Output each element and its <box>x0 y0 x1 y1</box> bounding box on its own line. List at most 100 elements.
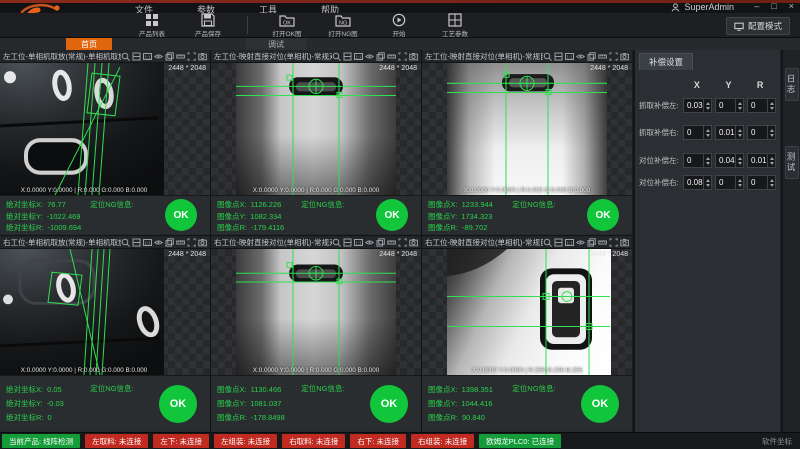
eye-icon[interactable] <box>154 238 163 247</box>
eye-icon[interactable] <box>365 52 374 61</box>
spinner-arrows-icon[interactable] <box>735 176 743 189</box>
snapshot-icon[interactable] <box>409 238 418 247</box>
side-tab-log[interactable]: 日志 <box>785 68 799 101</box>
scale-1-1-icon[interactable]: 1:1 <box>143 52 152 61</box>
side-tab-test[interactable]: 测试 <box>785 146 799 179</box>
machine-vision-app: 文件 参数 工具 帮助 SuperAdmin – □ × <box>0 0 800 449</box>
measure-icon[interactable] <box>598 52 607 61</box>
measure-icon[interactable] <box>176 238 185 247</box>
zoom-icon[interactable] <box>121 238 130 247</box>
grab-right-x-input[interactable]: 0 <box>683 125 712 140</box>
grab-right-r-input[interactable]: 0 <box>747 125 776 140</box>
spinner-arrows-icon[interactable] <box>703 154 711 167</box>
scale-1-1-icon[interactable]: 1:1 <box>565 52 574 61</box>
grab-left-x-input[interactable]: 0.03 <box>683 98 712 113</box>
roi-icon[interactable] <box>398 238 407 247</box>
measure-icon[interactable] <box>598 238 607 247</box>
layers-icon[interactable] <box>587 52 596 61</box>
roi-icon[interactable] <box>609 52 618 61</box>
fit-icon[interactable] <box>132 52 141 61</box>
start-button[interactable]: 开始 <box>382 13 416 38</box>
snapshot-icon[interactable] <box>198 52 207 61</box>
fit-icon[interactable] <box>554 238 563 247</box>
align-right-y-input[interactable]: 0 <box>715 175 744 190</box>
camera-image[interactable]: 2448 * 2048 X:0.0000 Y:0.0000 | R:0.000 … <box>211 249 421 375</box>
zoom-icon[interactable] <box>121 52 130 61</box>
zoom-icon[interactable] <box>543 52 552 61</box>
layers-icon[interactable] <box>376 52 385 61</box>
measure-icon[interactable] <box>176 52 185 61</box>
snapshot-icon[interactable] <box>620 52 629 61</box>
layers-icon[interactable] <box>165 238 174 247</box>
roi-icon[interactable] <box>398 52 407 61</box>
product-save-button[interactable]: 产品保存 <box>191 13 225 38</box>
spinner-arrows-icon[interactable] <box>767 176 775 189</box>
camera-image[interactable]: 2448 * 2048 X:0.0000 Y:0.0000 | R:0.000 … <box>0 249 210 375</box>
process-params-button[interactable]: 工艺参数 <box>438 13 472 38</box>
camera-image[interactable]: 2448 * 2048 X:0.0000 Y:0.0000 | R:0.000 … <box>211 63 421 195</box>
spinner-arrows-icon[interactable] <box>735 99 743 112</box>
camera-image[interactable]: 2448 * 2048 X:0.0000 Y:0.0000 | R:0.000 … <box>422 63 632 195</box>
layers-icon[interactable] <box>376 238 385 247</box>
roi-icon[interactable] <box>609 238 618 247</box>
grab-left-y-input[interactable]: 0 <box>715 98 744 113</box>
zoom-icon[interactable] <box>332 238 341 247</box>
result-ok-badge[interactable]: OK <box>376 199 408 231</box>
scale-1-1-icon[interactable]: 1:1 <box>143 238 152 247</box>
spinner-arrows-icon[interactable] <box>767 126 775 139</box>
product-list-button[interactable]: 产品列表 <box>135 13 169 38</box>
scale-1-1-icon[interactable]: 1:1 <box>354 52 363 61</box>
result-ok-badge[interactable]: OK <box>587 199 619 231</box>
eye-icon[interactable] <box>576 238 585 247</box>
result-ok-badge[interactable]: OK <box>581 385 619 423</box>
open-ng-images-button[interactable]: NG 打开NG图 <box>326 13 360 38</box>
roi-icon[interactable] <box>187 238 196 247</box>
layers-icon[interactable] <box>165 52 174 61</box>
result-ok-badge[interactable]: OK <box>370 385 408 423</box>
align-right-r-input[interactable]: 0 <box>747 175 776 190</box>
scale-1-1-icon[interactable]: 1:1 <box>565 238 574 247</box>
spinner-arrows-icon[interactable] <box>767 154 775 167</box>
spinner-arrows-icon[interactable] <box>703 99 711 112</box>
user-account[interactable]: SuperAdmin <box>671 2 734 12</box>
tab-home[interactable]: 首页 <box>66 38 112 50</box>
pixel-info: X:0.0000 Y:0.0000 | R:0.000 G:0.000 B:0.… <box>253 187 380 194</box>
align-left-y-input[interactable]: 0.04 <box>715 153 744 168</box>
eye-icon[interactable] <box>576 52 585 61</box>
ng-info-label: 定位NG信息: <box>90 383 133 394</box>
spinner-arrows-icon[interactable] <box>767 99 775 112</box>
align-left-x-input[interactable]: 0 <box>683 153 712 168</box>
zoom-icon[interactable] <box>543 238 552 247</box>
zoom-icon[interactable] <box>332 52 341 61</box>
spinner-arrows-icon[interactable] <box>703 176 711 189</box>
fit-icon[interactable] <box>132 238 141 247</box>
align-right-x-input[interactable]: 0.08 <box>683 175 712 190</box>
snapshot-icon[interactable] <box>198 238 207 247</box>
camera-image[interactable]: 2448 * 2048 X:0.0000 Y:0.0000 | R:255 G:… <box>422 249 632 375</box>
layers-icon[interactable] <box>587 238 596 247</box>
align-left-r-input[interactable]: 0.01 <box>747 153 776 168</box>
compensation-tab[interactable]: 补偿设置 <box>639 53 693 70</box>
grab-left-r-input[interactable]: 0 <box>747 98 776 113</box>
fit-icon[interactable] <box>554 52 563 61</box>
spinner-arrows-icon[interactable] <box>735 154 743 167</box>
spinner-arrows-icon[interactable] <box>703 126 711 139</box>
snapshot-icon[interactable] <box>409 52 418 61</box>
roi-icon[interactable] <box>187 52 196 61</box>
spinner-arrows-icon[interactable] <box>735 126 743 139</box>
fit-icon[interactable] <box>343 52 352 61</box>
measure-icon[interactable] <box>387 52 396 61</box>
result-ok-badge[interactable]: OK <box>165 199 197 231</box>
snapshot-icon[interactable] <box>620 238 629 247</box>
eye-icon[interactable] <box>154 52 163 61</box>
open-ok-images-button[interactable]: OK 打开OK图 <box>270 13 304 38</box>
result-ok-badge[interactable]: OK <box>159 385 197 423</box>
config-mode-button[interactable]: 配置模式 <box>726 17 790 35</box>
scale-1-1-icon[interactable]: 1:1 <box>354 238 363 247</box>
eye-icon[interactable] <box>365 238 374 247</box>
grab-right-y-input[interactable]: 0.01 <box>715 125 744 140</box>
fit-icon[interactable] <box>343 238 352 247</box>
measure-icon[interactable] <box>387 238 396 247</box>
tab-debug[interactable]: 调试 <box>246 38 306 50</box>
camera-image[interactable]: 2448 * 2048 X:0.0000 Y:0.0000 | R:0.000 … <box>0 63 210 195</box>
